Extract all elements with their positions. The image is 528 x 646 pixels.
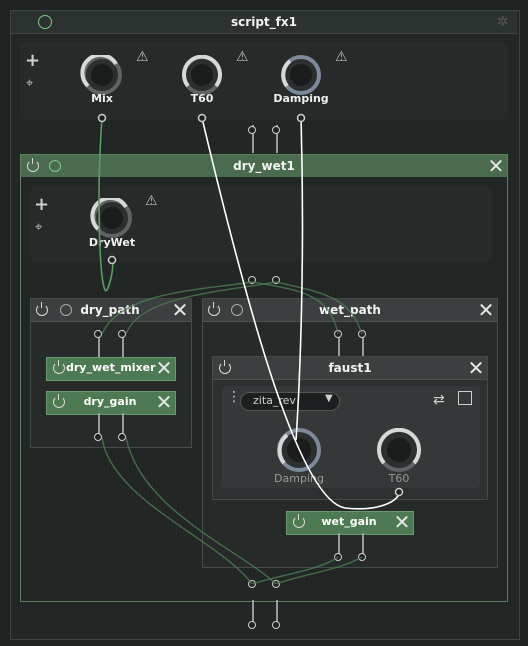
dry-path-title: dry_path <box>80 303 140 317</box>
port[interactable] <box>358 330 366 338</box>
t60-knob[interactable] <box>179 55 225 95</box>
open-editor-icon[interactable] <box>458 391 472 405</box>
faust-t60-knob[interactable] <box>376 428 422 472</box>
faust-damping-knob[interactable] <box>276 428 322 472</box>
port[interactable] <box>272 276 280 284</box>
dry-wet-title: dry_wet1 <box>233 159 295 173</box>
reload-icon[interactable]: ⇄ <box>433 392 445 408</box>
power-icon[interactable] <box>293 514 305 528</box>
port[interactable] <box>248 276 256 284</box>
warning-icon: ⚠ <box>136 49 149 65</box>
port[interactable] <box>118 433 126 441</box>
active-indicator-icon[interactable] <box>38 15 52 29</box>
port[interactable] <box>358 553 366 561</box>
port[interactable] <box>118 330 126 338</box>
gear-icon[interactable]: ✲ <box>497 14 509 30</box>
drag-handle-icon[interactable]: ⋮ <box>227 390 241 404</box>
power-icon[interactable] <box>27 158 39 172</box>
close-dry-path-icon[interactable]: ✕ <box>170 300 190 320</box>
port[interactable] <box>272 621 280 629</box>
mix-label: Mix <box>91 92 113 105</box>
script-select-value: zita_rev <box>253 394 296 407</box>
port[interactable] <box>248 580 256 588</box>
damping-knob[interactable] <box>278 55 324 95</box>
power-icon[interactable] <box>53 394 65 408</box>
target-icon[interactable]: ⌖ <box>26 77 33 90</box>
close-wet-path-icon[interactable]: ✕ <box>476 300 496 320</box>
close-faust-icon[interactable]: ✕ <box>466 358 486 378</box>
damping-label: Damping <box>273 92 329 105</box>
target-icon[interactable]: ⌖ <box>35 221 42 234</box>
close-module-icon[interactable]: ✕ <box>392 512 412 532</box>
faust-title: faust1 <box>328 361 372 375</box>
port[interactable] <box>272 580 280 588</box>
wet-gain-label: wet_gain <box>321 515 377 528</box>
warning-icon: ⚠ <box>145 193 158 209</box>
mix-knob[interactable] <box>79 55 125 95</box>
dry-wet-mixer-label: dry_wet_mixer <box>66 361 156 374</box>
indicator-icon[interactable] <box>231 304 243 316</box>
port[interactable] <box>272 126 280 134</box>
port[interactable] <box>334 330 342 338</box>
port[interactable] <box>248 126 256 134</box>
drywet-knob[interactable] <box>89 198 135 238</box>
faust-damping-label: Damping <box>274 472 324 485</box>
drywet-label: DryWet <box>88 236 136 249</box>
power-icon[interactable] <box>208 302 220 316</box>
chevron-down-icon[interactable]: ▼ <box>325 393 333 404</box>
power-icon[interactable] <box>36 302 48 316</box>
port[interactable] <box>94 330 102 338</box>
script-fx-title: script_fx1 <box>231 15 297 29</box>
add-param-icon[interactable]: + <box>34 196 49 214</box>
dry-gain-label: dry_gain <box>83 395 137 408</box>
warning-icon: ⚠ <box>335 49 348 65</box>
power-icon[interactable] <box>53 360 65 374</box>
warning-icon: ⚠ <box>236 49 249 65</box>
port[interactable] <box>94 433 102 441</box>
close-dry-wet-icon[interactable]: ✕ <box>486 156 506 176</box>
close-module-icon[interactable]: ✕ <box>154 358 174 378</box>
port[interactable] <box>334 553 342 561</box>
wet-path-title: wet_path <box>319 303 381 317</box>
power-icon[interactable] <box>219 360 231 374</box>
add-param-icon[interactable]: + <box>25 52 40 70</box>
active-indicator-icon[interactable] <box>49 160 61 172</box>
close-module-icon[interactable]: ✕ <box>154 392 174 412</box>
t60-label: T60 <box>190 92 214 105</box>
faust-t60-label: T60 <box>388 472 410 485</box>
port[interactable] <box>248 621 256 629</box>
